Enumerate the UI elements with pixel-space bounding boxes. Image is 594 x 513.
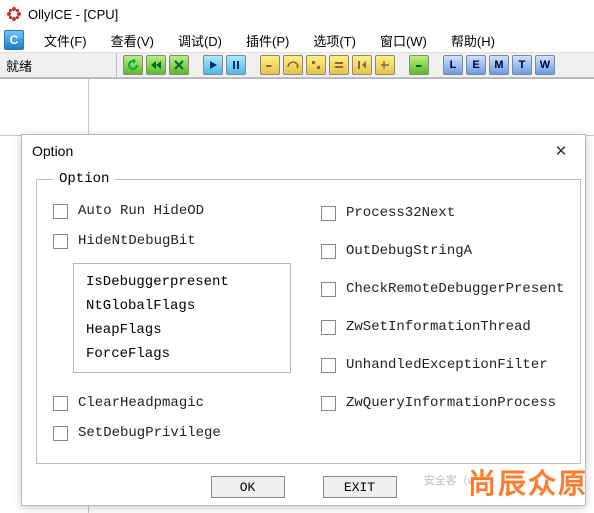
work-area: Option ✕ Option Auto Run HideOD HideNtDe… [0,78,594,513]
checkbox-label: Process32Next [346,205,455,221]
checkbox-label: CheckRemoteDebuggerPresent [346,281,564,297]
option-group: Option Auto Run HideOD HideNtDebugBit Is… [36,171,581,464]
checkbox-label: UnhandledExceptionFilter [346,357,548,373]
exit-button[interactable]: EXIT [323,476,397,498]
item-forceflags: ForceFlags [86,346,278,362]
checkbox-checkremotedebuggerpresent[interactable]: CheckRemoteDebuggerPresent [321,281,564,297]
checkbox-label: OutDebugStringA [346,243,472,259]
window-E-button[interactable]: E [466,55,486,75]
cpu-icon[interactable]: C [4,30,24,50]
dialog-title: Option [32,143,73,159]
checkbox-setdebugprivilege[interactable]: SetDebugPrivilege [53,425,291,441]
debugbit-subitems: IsDebuggerpresent NtGlobalFlags HeapFlag… [73,263,291,373]
menu-plugin[interactable]: 插件(P) [236,30,299,51]
checkbox-hident-debugbit[interactable]: HideNtDebugBit [53,233,291,249]
item-heapflags: HeapFlags [86,322,278,338]
ok-button[interactable]: OK [211,476,285,498]
checkbox-label: SetDebugPrivilege [78,425,221,441]
pause-icon[interactable] [226,55,246,75]
status-text: 就绪 [0,53,117,77]
run-icon[interactable] [203,55,223,75]
option-dialog: Option ✕ Option Auto Run HideOD HideNtDe… [21,134,586,506]
execute-till-ret-icon[interactable] [352,55,372,75]
goto-icon[interactable] [409,55,429,75]
status-toolbar: 就绪 L E M T W [0,52,594,78]
restart-icon[interactable] [123,55,143,75]
rewind-icon[interactable] [146,55,166,75]
close-icon[interactable]: ✕ [547,137,575,165]
checkbox-zwsetinformationthread[interactable]: ZwSetInformationThread [321,319,564,335]
checkbox-label: HideNtDebugBit [78,233,196,249]
checkbox-label: ClearHeadpmagic [78,395,204,411]
close-process-icon[interactable] [169,55,189,75]
menu-debug[interactable]: 调试(D) [168,30,232,51]
checkbox-unhandledexceptionfilter[interactable]: UnhandledExceptionFilter [321,357,564,373]
app-icon [6,6,22,22]
window-T-button[interactable]: T [512,55,532,75]
watermark-large: 尚辰众原 [468,462,588,502]
checkbox-label: ZwQueryInformationProcess [346,395,556,411]
checkbox-label: ZwSetInformationThread [346,319,531,335]
dialog-titlebar: Option ✕ [22,135,585,167]
step-into-icon[interactable] [260,55,280,75]
menubar: C 文件(F) 查看(V) 调试(D) 插件(P) 选项(T) 窗口(W) 帮助… [0,28,594,52]
menu-help[interactable]: 帮助(H) [441,30,505,51]
checkbox-label: Auto Run HideOD [78,203,204,219]
window-M-button[interactable]: M [489,55,509,75]
checkbox-autorun-hideod[interactable]: Auto Run HideOD [53,203,291,219]
execute-till-user-icon[interactable] [375,55,395,75]
menu-window[interactable]: 窗口(W) [370,30,437,51]
checkbox-process32next[interactable]: Process32Next [321,205,564,221]
checkbox-clearheapmagic[interactable]: ClearHeadpmagic [53,395,291,411]
trace-over-icon[interactable] [329,55,349,75]
window-L-button[interactable]: L [443,55,463,75]
titlebar: OllyICE - [CPU] [0,0,594,28]
window-W-button[interactable]: W [535,55,555,75]
checkbox-outdebugstringa[interactable]: OutDebugStringA [321,243,564,259]
item-isdebuggerpresent: IsDebuggerpresent [86,274,278,290]
checkbox-zwqueryinformationprocess[interactable]: ZwQueryInformationProcess [321,395,564,411]
menu-view[interactable]: 查看(V) [101,30,164,51]
step-over-icon[interactable] [283,55,303,75]
option-group-legend: Option [53,171,115,187]
window-title: OllyICE - [CPU] [28,7,118,22]
menu-option[interactable]: 选项(T) [303,30,366,51]
item-ntglobalflags: NtGlobalFlags [86,298,278,314]
trace-into-icon[interactable] [306,55,326,75]
menu-file[interactable]: 文件(F) [34,30,97,51]
toolbar: L E M T W [117,55,594,75]
